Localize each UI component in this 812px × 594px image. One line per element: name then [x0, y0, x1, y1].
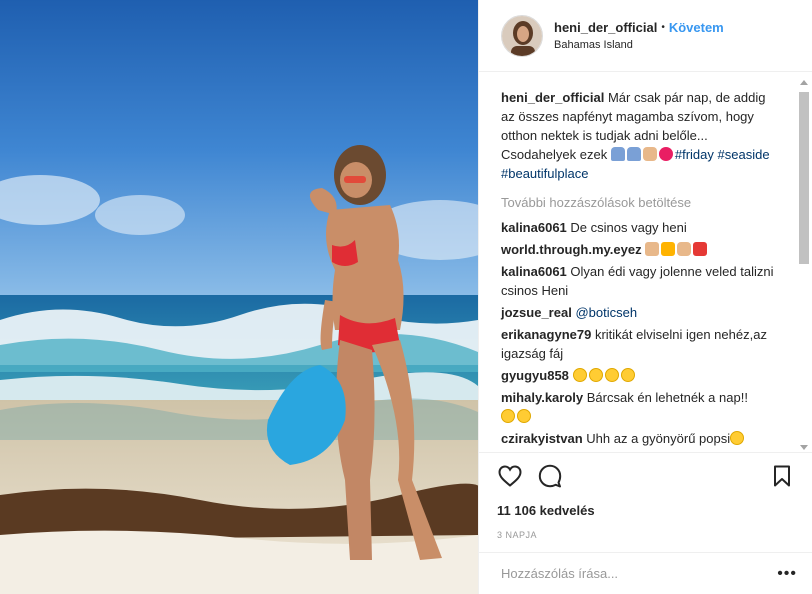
post-side-panel: heni_der_official • Követem Bahamas Isla…	[478, 0, 812, 594]
boom-emoji-icon	[661, 242, 676, 256]
post-caption: heni_der_official Már csak pár nap, de a…	[501, 88, 781, 183]
muscle-emoji-icon	[677, 242, 692, 256]
scroll-down-arrow-icon[interactable]	[800, 445, 808, 450]
comments-section: heni_der_official Már csak pár nap, de a…	[479, 72, 812, 452]
header-line: heni_der_official • Követem	[554, 20, 724, 35]
more-options-icon[interactable]: •••	[777, 565, 797, 583]
post-photo[interactable]	[0, 0, 478, 594]
anger-emoji-icon	[693, 242, 708, 256]
add-comment-bar: •••	[479, 552, 812, 594]
avatar[interactable]	[501, 14, 543, 57]
smile-emoji-icon	[588, 368, 603, 382]
comment-text: Uhh az a gyönyörű popsi	[586, 431, 731, 446]
heart-outline-icon	[498, 465, 522, 487]
comment-text: De csinos vagy heni	[570, 220, 687, 235]
comment-item: erikanagyne79 kritikát elviselni igen ne…	[501, 325, 781, 363]
comment-username[interactable]: kalina6061	[501, 220, 567, 235]
comment-item: world.through.my.eyez	[501, 240, 781, 259]
comment-item: kalina6061 Olyan édi vagy jolenne veled …	[501, 262, 781, 300]
scroll-up-arrow-icon[interactable]	[800, 80, 808, 85]
scrollbar-thumb[interactable]	[799, 92, 809, 264]
load-more-comments-link[interactable]: További hozzászólások betöltése	[501, 195, 791, 210]
post-actions: 11 106 kedvelés 3 NAPJA	[479, 452, 812, 540]
header-text: heni_der_official • Követem Bahamas Isla…	[554, 20, 724, 51]
comment-username[interactable]: mihaly.karoly	[501, 390, 583, 405]
header-separator: •	[661, 22, 665, 33]
smile-emoji-icon	[604, 368, 619, 382]
action-icons-row	[497, 463, 795, 489]
speech-bubble-icon	[538, 464, 562, 488]
ok-hand-emoji-icon	[642, 147, 657, 161]
comment-item: mihaly.karoly Bárcsak én lehetnék a nap!…	[501, 388, 781, 426]
hearts-emoji-icon	[658, 147, 673, 161]
sunglasses-emoji-icon	[517, 409, 531, 423]
comment-item: gyugyu858	[501, 366, 781, 385]
hashtag-link[interactable]: #beautifulplace	[501, 166, 588, 181]
hashtag-link[interactable]: #friday	[675, 147, 714, 162]
comment-item: jozsue_real @boticseh	[501, 303, 781, 322]
comment-text: Bárcsak én lehetnék a nap!!	[586, 390, 748, 405]
comment-item: czirakyistvan Uhh az a gyönyörű popsi	[501, 429, 781, 448]
comment-item: kalina6061 De csinos vagy heni	[501, 218, 781, 237]
comment-username[interactable]: erikanagyne79	[501, 327, 591, 342]
pray-emoji-icon	[610, 147, 625, 161]
hashtag-link[interactable]: #seaside	[718, 147, 770, 162]
bookmark-icon	[774, 465, 790, 487]
comment-username[interactable]: jozsue_real	[501, 305, 572, 320]
smile-emoji-icon	[572, 368, 587, 382]
heart-eyes-emoji-icon	[620, 368, 635, 382]
post-viewer: heni_der_official • Követem Bahamas Isla…	[0, 0, 812, 594]
post-header: heni_der_official • Követem Bahamas Isla…	[479, 0, 812, 72]
comments-scrollbar[interactable]	[798, 80, 810, 450]
comment-username[interactable]: gyugyu858	[501, 368, 569, 383]
heart-eyes-emoji-icon	[730, 431, 745, 445]
like-button[interactable]	[497, 463, 523, 489]
comment-input[interactable]	[501, 566, 778, 581]
comment-username[interactable]: kalina6061	[501, 264, 567, 279]
comment-button[interactable]	[537, 463, 563, 489]
follow-button[interactable]: Követem	[669, 20, 724, 35]
save-button[interactable]	[769, 463, 795, 489]
hand-emoji-icon	[645, 242, 660, 256]
caption-username[interactable]: heni_der_official	[501, 90, 604, 105]
pray-emoji-icon	[626, 147, 641, 161]
smile-emoji-icon	[501, 409, 515, 423]
location-link[interactable]: Bahamas Island	[554, 39, 724, 51]
comment-username[interactable]: czirakyistvan	[501, 431, 583, 446]
beach-photo-illustration	[0, 0, 478, 594]
comment-username[interactable]: world.through.my.eyez	[501, 242, 642, 257]
likes-count[interactable]: 11 106 kedvelés	[497, 503, 795, 518]
post-timestamp[interactable]: 3 NAPJA	[497, 530, 795, 540]
mention-link[interactable]: @boticseh	[575, 305, 637, 320]
avatar-image	[502, 15, 542, 56]
header-username[interactable]: heni_der_official	[554, 20, 657, 35]
